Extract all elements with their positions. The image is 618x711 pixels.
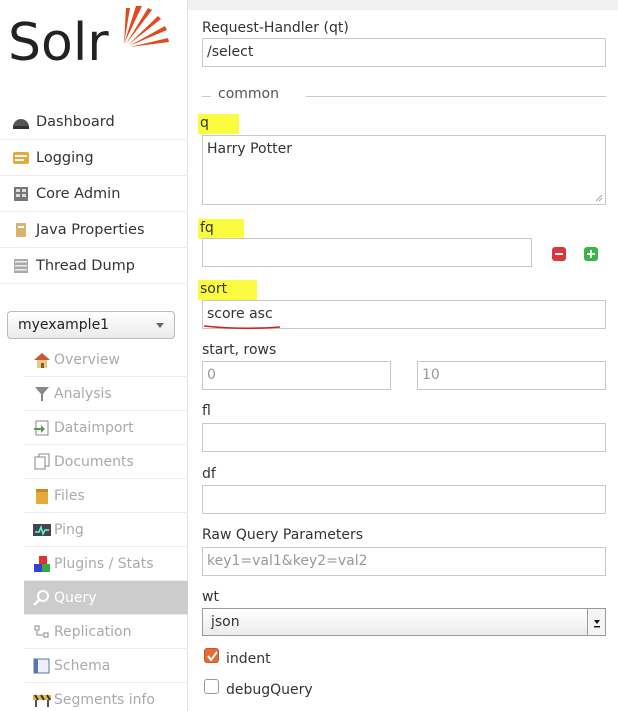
query-form: Request-Handler (qt) /select common q Ha… bbox=[188, 0, 618, 711]
sort-value: score asc bbox=[207, 306, 273, 322]
qt-value: /select bbox=[207, 44, 254, 60]
core-menu-query[interactable]: Query bbox=[24, 581, 188, 615]
sort-label-text: sort bbox=[198, 280, 258, 300]
core-menu-label: Query bbox=[54, 589, 97, 606]
core-menu-ping[interactable]: Ping bbox=[24, 513, 188, 547]
core-admin-icon bbox=[12, 185, 30, 203]
fl-label: fl bbox=[202, 403, 211, 419]
logo-text: Solr bbox=[8, 13, 109, 73]
core-menu-label: Overview bbox=[54, 351, 120, 368]
nav-label: Dashboard bbox=[36, 113, 115, 130]
chevron-down-icon bbox=[156, 323, 164, 328]
debug-query-label: debugQuery bbox=[226, 682, 313, 698]
debug-query-checkbox[interactable] bbox=[204, 679, 219, 694]
df-input[interactable] bbox=[202, 485, 606, 514]
core-menu-label: Segments info bbox=[54, 691, 156, 708]
wt-label: wt bbox=[202, 589, 219, 605]
qt-input[interactable]: /select bbox=[202, 38, 606, 67]
plugins-icon bbox=[32, 555, 52, 573]
segments-icon bbox=[32, 691, 52, 709]
q-label-text: q bbox=[198, 114, 239, 134]
wt-select[interactable]: json bbox=[202, 608, 606, 636]
q-value: Harry Potter bbox=[207, 141, 292, 157]
core-menu-analysis[interactable]: Analysis bbox=[24, 377, 188, 411]
java-properties-icon bbox=[12, 221, 30, 239]
core-menu-label: Files bbox=[54, 487, 85, 504]
core-menu-schema[interactable]: Schema bbox=[24, 649, 188, 683]
nav-thread-dump[interactable]: Thread Dump bbox=[0, 248, 188, 284]
dashboard-icon bbox=[12, 113, 30, 131]
dropdown-arrow-icon bbox=[587, 609, 605, 635]
nav-label: Core Admin bbox=[36, 185, 121, 202]
nav-label: Logging bbox=[36, 149, 94, 166]
ping-icon bbox=[32, 521, 52, 539]
core-menu-replication[interactable]: Replication bbox=[24, 615, 188, 649]
funnel-icon bbox=[32, 385, 52, 403]
core-menu-documents[interactable]: Documents bbox=[24, 445, 188, 479]
nav-core-admin[interactable]: Core Admin bbox=[0, 176, 188, 212]
sidebar: Solr Dashboard Logging Core Admin Java P… bbox=[0, 0, 188, 711]
documents-icon bbox=[32, 453, 52, 471]
df-label: df bbox=[202, 466, 216, 482]
fq-label-text: fq bbox=[198, 219, 244, 239]
indent-label: indent bbox=[226, 651, 271, 667]
add-fq-button[interactable] bbox=[584, 247, 598, 261]
q-textarea[interactable]: Harry Potter bbox=[202, 135, 606, 205]
core-menu-label: Ping bbox=[54, 521, 84, 538]
core-selector-value: myexample1 bbox=[18, 317, 110, 333]
core-selector[interactable]: myexample1 bbox=[7, 311, 175, 339]
common-fieldset-legend: common bbox=[202, 86, 606, 102]
rows-input[interactable]: 10 bbox=[417, 361, 606, 390]
fq-label: fq bbox=[198, 219, 244, 239]
rows-placeholder: 10 bbox=[422, 367, 440, 383]
core-menu-label: Dataimport bbox=[54, 419, 134, 436]
wt-value: json bbox=[211, 614, 240, 630]
start-placeholder: 0 bbox=[207, 367, 216, 383]
schema-icon bbox=[32, 657, 52, 675]
nav-label: Thread Dump bbox=[36, 257, 135, 274]
core-menu-label: Analysis bbox=[54, 385, 112, 402]
nav-dashboard[interactable]: Dashboard bbox=[0, 104, 188, 140]
fq-input[interactable] bbox=[202, 238, 532, 267]
solr-sun-icon bbox=[124, 6, 169, 47]
nav-java-properties[interactable]: Java Properties bbox=[0, 212, 188, 248]
core-menu-plugins-stats[interactable]: Plugins / Stats bbox=[24, 547, 188, 581]
core-menu-dataimport[interactable]: Dataimport bbox=[24, 411, 188, 445]
core-menu-overview[interactable]: Overview bbox=[24, 343, 188, 377]
logging-icon bbox=[12, 149, 30, 167]
core-menu-label: Replication bbox=[54, 623, 132, 640]
sort-label: sort bbox=[198, 280, 258, 300]
dataimport-icon bbox=[32, 419, 52, 437]
core-menu-label: Plugins / Stats bbox=[54, 555, 154, 572]
start-input[interactable]: 0 bbox=[202, 361, 391, 390]
raw-params-label: Raw Query Parameters bbox=[202, 527, 364, 543]
solr-logo[interactable]: Solr bbox=[6, 6, 176, 86]
resize-grip-icon bbox=[595, 194, 603, 202]
replication-icon bbox=[32, 623, 52, 641]
nav-logging[interactable]: Logging bbox=[0, 140, 188, 176]
indent-checkbox[interactable] bbox=[204, 648, 219, 663]
thread-dump-icon bbox=[12, 257, 30, 275]
core-menu-segments-info[interactable]: Segments info bbox=[24, 683, 188, 711]
core-menu-files[interactable]: Files bbox=[24, 479, 188, 513]
home-icon bbox=[32, 351, 52, 369]
search-icon bbox=[32, 589, 52, 607]
nav-label: Java Properties bbox=[36, 221, 145, 238]
raw-params-input[interactable]: key1=val1&key2=val2 bbox=[202, 547, 606, 576]
common-legend-text: common bbox=[218, 86, 279, 102]
checkmark-icon bbox=[207, 651, 218, 662]
folder-icon bbox=[32, 487, 52, 505]
q-label: q bbox=[198, 114, 239, 134]
fl-input[interactable] bbox=[202, 423, 606, 452]
core-menu-label: Documents bbox=[54, 453, 134, 470]
core-menu-label: Schema bbox=[54, 657, 111, 674]
start-rows-label: start, rows bbox=[202, 342, 277, 358]
remove-fq-button[interactable] bbox=[552, 247, 566, 261]
red-underline-annotation bbox=[203, 325, 281, 330]
qt-label: Request-Handler (qt) bbox=[202, 20, 349, 36]
raw-params-placeholder: key1=val1&key2=val2 bbox=[207, 553, 368, 569]
